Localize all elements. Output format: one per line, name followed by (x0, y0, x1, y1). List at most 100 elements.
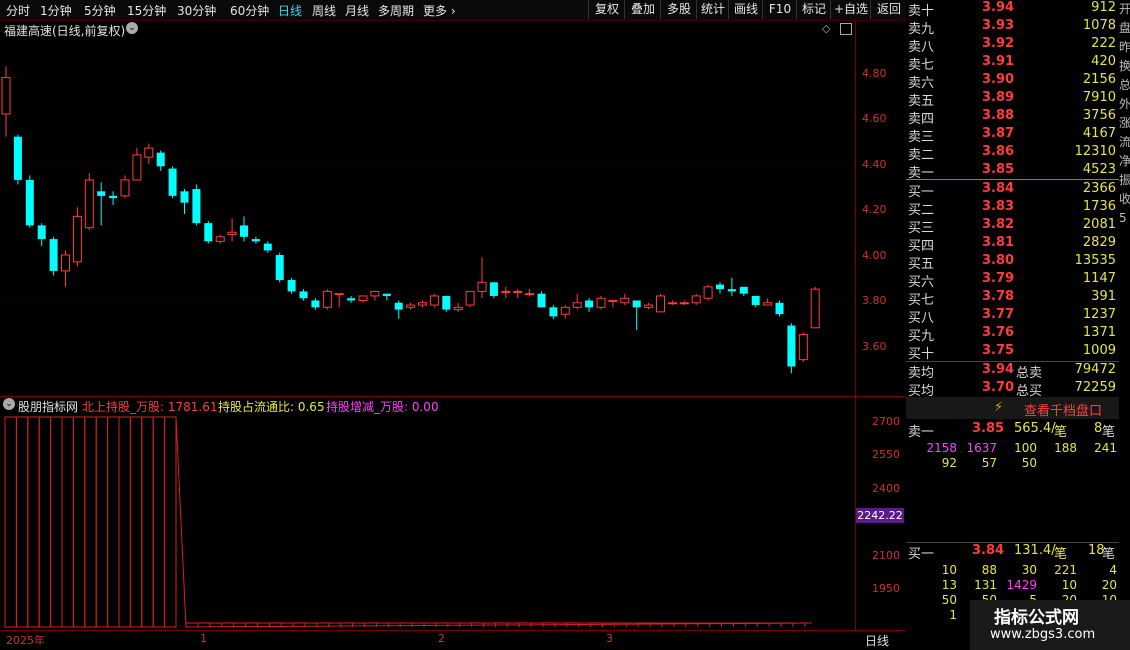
book-volume: 3756 (1082, 108, 1116, 123)
x-label: 1 (200, 632, 207, 645)
book-label: 卖六 (908, 76, 935, 91)
draw-line-button[interactable]: 画线 (728, 0, 763, 19)
candle (572, 293, 582, 310)
sell-row[interactable]: 卖五 3.89 7910 (906, 90, 1116, 109)
f10-button[interactable]: F10 (762, 0, 797, 19)
book-label: 卖二 (908, 148, 935, 163)
period-tab-weekly[interactable]: 周线 (312, 2, 336, 19)
book-volume: 4523 (1082, 162, 1116, 177)
period-tab-1min[interactable]: 1分钟 (40, 2, 72, 19)
book-volume: 2366 (1082, 181, 1116, 196)
book-price: 3.80 (982, 253, 1015, 268)
candle (703, 284, 713, 301)
period-tab-30min[interactable]: 30分钟 (177, 2, 216, 19)
candle (322, 289, 332, 310)
indicator-bar (164, 416, 177, 628)
side-letter: 昨 (1119, 40, 1130, 54)
buy-row[interactable]: 买四 3.81 2829 (906, 235, 1116, 254)
x-label: 2025年 (6, 634, 45, 647)
period-tab-5min[interactable]: 5分钟 (84, 2, 116, 19)
buy-row[interactable]: 买六 3.79 1147 (906, 271, 1116, 290)
period-tab-fenshi[interactable]: 分时 (6, 2, 30, 19)
indicator-bar (61, 416, 74, 628)
candle (585, 298, 594, 312)
sell-row[interactable]: 卖十 3.94 912 (906, 0, 1116, 19)
mark-button[interactable]: 标记 (796, 0, 831, 19)
book-volume: 222 (1091, 36, 1116, 51)
book-label: 买二 (908, 203, 935, 218)
book-label: 买十 (908, 347, 935, 362)
indicator-bar (38, 416, 52, 628)
avg-buy-row: 买均 3.70 总买 72259 (908, 380, 1116, 399)
y-tick: 2550 (872, 448, 900, 461)
buy-row[interactable]: 买八 3.77 1237 (906, 307, 1116, 326)
candle (644, 302, 654, 310)
book-volume: 7910 (1082, 90, 1116, 105)
multi-stock-button[interactable]: 多股 (660, 0, 697, 19)
period-tab-multi[interactable]: 多周期 (378, 2, 414, 19)
stats-button[interactable]: 统计 (696, 0, 729, 19)
sell-row[interactable]: 卖八 3.92 222 (906, 36, 1116, 55)
candle (787, 323, 796, 374)
indicator-chart[interactable] (0, 397, 855, 630)
order-size: 1637 (966, 441, 997, 455)
buy-row[interactable]: 买十 3.75 1009 (906, 343, 1116, 362)
order-size: 50 (941, 593, 957, 607)
candle (656, 293, 665, 313)
period-tab-daily[interactable]: 日线 (278, 2, 302, 19)
buy-row[interactable]: 买五 3.80 13535 (906, 253, 1116, 272)
sell-row[interactable]: 卖九 3.93 1078 (906, 18, 1116, 37)
order-size: 57 (981, 456, 997, 470)
candle (13, 134, 22, 185)
sell-row[interactable]: 卖六 3.90 2156 (906, 72, 1116, 91)
overlay-button[interactable]: 叠加 (624, 0, 661, 19)
candle (525, 289, 535, 296)
y-tick: 3.80 (862, 294, 887, 307)
book-label: 卖十 (908, 4, 935, 19)
candle (97, 182, 106, 226)
sell-row[interactable]: 卖七 3.91 420 (906, 54, 1116, 73)
side-letter: 流 (1119, 135, 1130, 149)
candlestick-chart[interactable] (0, 20, 855, 396)
period-tab-15min[interactable]: 15分钟 (127, 2, 166, 19)
buy-row[interactable]: 买三 3.82 2081 (906, 217, 1116, 236)
order-size: 30 (1021, 563, 1037, 577)
sell-row[interactable]: 卖四 3.88 3756 (906, 108, 1116, 127)
buy-row[interactable]: 买九 3.76 1371 (906, 325, 1116, 344)
order-size: 221 (1054, 563, 1077, 577)
period-tab-more[interactable]: 更多 › (423, 2, 456, 19)
add-watchlist-button[interactable]: +自选 (830, 0, 871, 19)
indicator-bar (84, 416, 97, 628)
candle (72, 207, 82, 267)
buy-row[interactable]: 买七 3.78 391 (906, 289, 1116, 308)
period-tab-60min[interactable]: 60分钟 (230, 2, 269, 19)
fuquan-button[interactable]: 复权 (588, 0, 625, 19)
candle (84, 173, 94, 230)
book-label: 买三 (908, 221, 935, 236)
candle (442, 295, 451, 312)
book-volume: 912 (1091, 0, 1116, 15)
back-button[interactable]: 返回 (870, 0, 907, 19)
x-label: 2 (438, 632, 445, 645)
sell-row[interactable]: 卖三 3.87 4167 (906, 126, 1116, 145)
side-letter: 净 (1119, 154, 1130, 168)
qianjia-button[interactable]: ⚡ 查看千档盘口 (906, 397, 1119, 419)
book-price: 3.87 (982, 126, 1015, 141)
book-label: 卖四 (908, 112, 935, 127)
candle (287, 277, 296, 294)
sell-row[interactable]: 卖二 3.86 12310 (906, 144, 1116, 163)
book-volume: 420 (1091, 54, 1116, 69)
candle (227, 218, 237, 242)
buy-row[interactable]: 买一 3.84 2366 (906, 181, 1116, 200)
indicator-bar (129, 416, 143, 628)
side-letter: 振 (1119, 173, 1130, 187)
book-price: 3.79 (982, 271, 1015, 286)
candle (49, 236, 58, 276)
period-tab-monthly[interactable]: 月线 (345, 2, 369, 19)
candle (798, 332, 808, 362)
sell-row[interactable]: 卖一 3.85 4523 (906, 162, 1116, 181)
side-letter: 收 (1119, 192, 1130, 206)
buy-row[interactable]: 买二 3.83 1736 (906, 199, 1116, 218)
period-label: 日线 (865, 634, 890, 648)
book-price: 3.85 (982, 162, 1015, 177)
